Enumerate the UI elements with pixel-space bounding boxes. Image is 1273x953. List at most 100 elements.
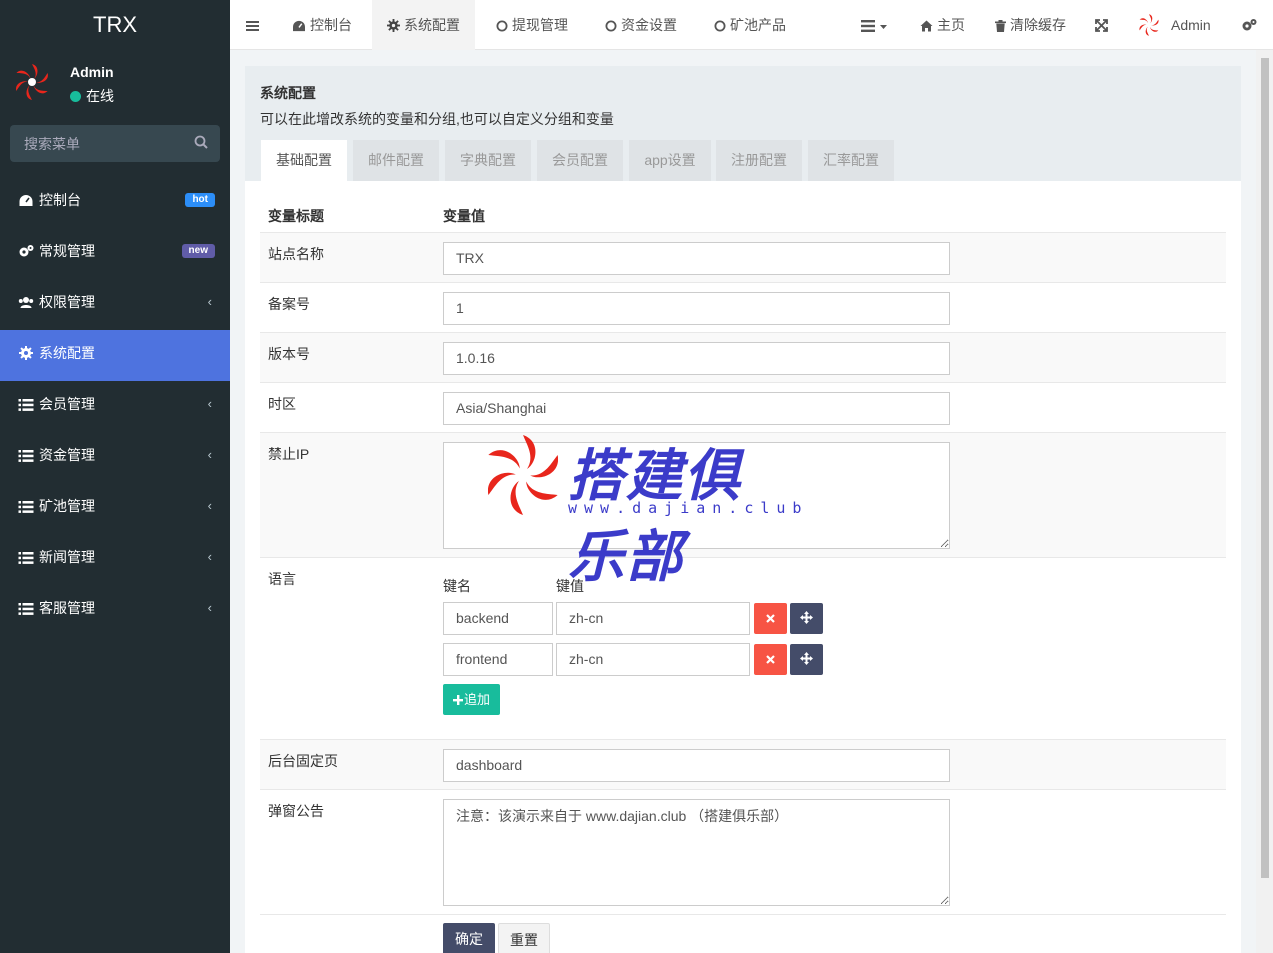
tab-basic[interactable]: 基础配置 (261, 140, 347, 181)
field-label: 时区 (268, 396, 296, 412)
sidebar-item-general[interactable]: 常规管理 new (0, 228, 230, 279)
key-header: 键名 (443, 578, 471, 594)
chevron-left-icon: ‹ (207, 294, 212, 309)
tab-fund-settings[interactable]: 资金设置 (591, 0, 691, 50)
list-icon (18, 399, 34, 411)
drag-row-button[interactable] (790, 603, 823, 634)
cogs-icon (1242, 19, 1257, 31)
arrows-icon (800, 652, 813, 665)
admin-label: Admin (1171, 17, 1211, 33)
remove-row-button[interactable] (754, 644, 787, 675)
sidebar: TRX Admin 在线 控制台 hot 常规管理 new (0, 0, 230, 953)
tab-member[interactable]: 会员配置 (537, 140, 623, 181)
tab-system-config[interactable]: 系统配置 (372, 0, 475, 50)
close-icon (766, 614, 775, 623)
sidebar-item-funds[interactable]: 资金管理 ‹ (0, 432, 230, 483)
search-icon[interactable] (194, 135, 208, 149)
fixed-page-input[interactable]: dashboard (443, 749, 950, 782)
site-name-input[interactable]: TRX (443, 242, 950, 275)
remove-row-button[interactable] (754, 603, 787, 634)
submit-button[interactable]: 确定 (443, 923, 495, 953)
tab-label: 矿池产品 (730, 17, 786, 33)
sidebar-toggle-button[interactable] (246, 0, 263, 50)
clear-cache-label: 清除缓存 (1010, 17, 1066, 33)
sidebar-item-system-config[interactable]: 系统配置 (0, 330, 230, 381)
reset-button[interactable]: 重置 (498, 923, 550, 953)
tab-pool-products[interactable]: 矿池产品 (700, 0, 800, 50)
user-status-text: 在线 (86, 88, 114, 104)
top-navbar: 控制台 系统配置 提现管理 资金设置 矿池产品 主页 清除缓存 Admin (230, 0, 1273, 50)
list-dropdown-icon (861, 20, 887, 32)
language-value-input[interactable]: zh-cn (556, 602, 750, 635)
tab-dashboard[interactable]: 控制台 (278, 0, 366, 50)
field-label: 后台固定页 (268, 753, 338, 769)
tab-register[interactable]: 注册配置 (716, 140, 802, 181)
field-label: 备案号 (268, 296, 310, 312)
home-label: 主页 (937, 17, 965, 33)
field-label: 弹窗公告 (268, 803, 324, 819)
home-link[interactable]: 主页 (920, 0, 965, 50)
sidebar-item-label: 权限管理 (39, 294, 95, 310)
list-icon (18, 450, 34, 462)
tab-label: 提现管理 (512, 17, 568, 33)
page-description: 可以在此增改系统的变量和分组,也可以自定义分组和变量 (260, 111, 614, 127)
app-logo[interactable]: TRX (0, 0, 230, 50)
gear-icon (19, 346, 33, 360)
user-panel: Admin 在线 (0, 50, 230, 116)
hamburger-icon (246, 21, 259, 31)
dashboard-icon (293, 20, 305, 32)
tab-dictionary[interactable]: 字典配置 (445, 140, 531, 181)
group-icon (18, 297, 34, 308)
version-input[interactable]: 1.0.16 (443, 342, 950, 375)
sidebar-item-news[interactable]: 新闻管理 ‹ (0, 534, 230, 585)
new-badge: new (181, 244, 215, 258)
expand-icon (1095, 19, 1108, 32)
circle-icon (496, 20, 508, 32)
scrollbar-thumb[interactable] (1261, 58, 1269, 878)
page-title: 系统配置 (260, 85, 316, 101)
sidebar-menu: 控制台 hot 常规管理 new 权限管理 ‹ 系统配置 会员管理 ‹ 资金管理… (0, 177, 230, 636)
sidebar-item-permissions[interactable]: 权限管理 ‹ (0, 279, 230, 330)
beian-input[interactable]: 1 (443, 292, 950, 325)
append-row-button[interactable]: 追加 (443, 684, 501, 715)
circle-icon (714, 20, 726, 32)
popup-notice-textarea[interactable]: 注意：该演示来自于 www.dajian.club （搭建俱乐部） (443, 799, 950, 906)
language-key-input[interactable]: frontend (443, 643, 553, 676)
home-icon (920, 20, 933, 32)
dashboard-icon (19, 195, 33, 206)
tab-exchange-rate[interactable]: 汇率配置 (808, 140, 894, 181)
cogs-icon (19, 245, 34, 257)
tab-app[interactable]: app设置 (629, 140, 711, 181)
user-status: 在线 (70, 86, 114, 106)
divider (260, 914, 1226, 915)
sidebar-item-pool[interactable]: 矿池管理 ‹ (0, 483, 230, 534)
fullscreen-button[interactable] (1095, 0, 1112, 50)
sidebar-item-label: 客服管理 (39, 600, 95, 616)
user-avatar-small (1139, 14, 1159, 36)
online-dot-icon (70, 91, 81, 102)
tab-email[interactable]: 邮件配置 (353, 140, 439, 181)
language-value-input[interactable]: zh-cn (556, 643, 750, 676)
menu-search-input[interactable] (10, 125, 180, 162)
settings-button[interactable] (1241, 0, 1261, 50)
watermark-logo: 搭建俱乐部 www.dajian.club (488, 425, 801, 590)
admin-user-menu[interactable]: Admin (1137, 0, 1211, 50)
timezone-input[interactable]: Asia/Shanghai (443, 392, 950, 425)
table-header: 变量标题 变量值 (260, 191, 1226, 232)
sidebar-item-dashboard[interactable]: 控制台 hot (0, 177, 230, 228)
more-tabs-dropdown[interactable] (861, 0, 895, 50)
drag-row-button[interactable] (790, 644, 823, 675)
language-key-input[interactable]: backend (443, 602, 553, 635)
close-icon (766, 655, 775, 664)
field-label: 禁止IP (268, 446, 310, 462)
sidebar-item-support[interactable]: 客服管理 ‹ (0, 585, 230, 636)
clear-cache-button[interactable]: 清除缓存 (995, 0, 1066, 50)
page-scrollbar[interactable] (1256, 50, 1273, 953)
tab-withdraw[interactable]: 提现管理 (482, 0, 582, 50)
plus-icon (453, 695, 463, 705)
field-label: 语言 (268, 571, 296, 587)
hot-badge: hot (185, 193, 215, 207)
sidebar-item-members[interactable]: 会员管理 ‹ (0, 381, 230, 432)
sidebar-item-label: 常规管理 (39, 243, 95, 259)
arrows-icon (800, 611, 813, 624)
